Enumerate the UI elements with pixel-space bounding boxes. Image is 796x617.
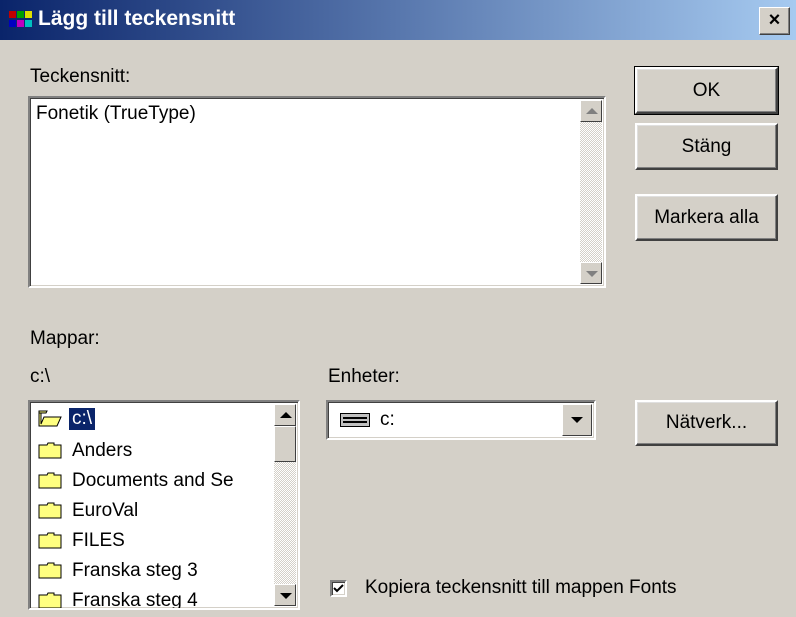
folder-icon xyxy=(38,442,62,459)
fonts-scrollbar[interactable] xyxy=(580,100,602,284)
scroll-down-icon xyxy=(586,271,598,277)
drives-dropdown[interactable]: c: xyxy=(326,400,596,440)
folders-scroll-down-button[interactable] xyxy=(274,584,296,606)
folder-icon xyxy=(38,592,62,608)
title-bar: Lägg till teckensnitt × xyxy=(0,0,796,40)
fonts-label: Teckensnitt: xyxy=(30,66,131,87)
folder-label: Anders xyxy=(72,440,133,461)
scroll-down-icon xyxy=(280,593,292,599)
close-window-button[interactable]: × xyxy=(759,7,790,35)
ok-button[interactable]: OK xyxy=(634,66,779,115)
close-button[interactable]: Stäng xyxy=(635,123,778,170)
dropdown-arrow-icon xyxy=(571,417,583,423)
folder-icon xyxy=(38,502,62,519)
current-path: c:\ xyxy=(30,366,51,387)
folders-scroll-up-button[interactable] xyxy=(274,404,296,426)
copy-to-fonts-checkbox[interactable]: Kopiera teckensnitt till mappen Fonts xyxy=(326,572,726,602)
fonts-scroll-down-button[interactable] xyxy=(580,262,602,284)
folder-label: FILES xyxy=(72,530,125,551)
folders-label: Mappar: xyxy=(30,328,100,349)
drive-icon xyxy=(340,413,370,427)
folders-scrollbar[interactable] xyxy=(274,404,296,606)
folder-label: Franska steg 4 xyxy=(72,590,198,610)
scroll-up-icon xyxy=(280,412,292,418)
folder-icon xyxy=(38,562,62,579)
app-font-icon xyxy=(9,11,32,27)
folder-item-root[interactable]: c:\ xyxy=(32,404,272,434)
window-title: Lägg till teckensnitt xyxy=(38,7,236,30)
folder-label: Documents and Se xyxy=(72,470,234,491)
fonts-scroll-up-button[interactable] xyxy=(580,100,602,122)
folders-listbox[interactable]: c:\ Anders Documents and Se EuroVal FILE… xyxy=(28,400,300,610)
folder-label: c:\ xyxy=(67,407,97,431)
network-button[interactable]: Nätverk... xyxy=(635,400,778,446)
folder-icon xyxy=(38,532,62,549)
folder-icon xyxy=(38,472,62,489)
open-folder-icon xyxy=(38,410,62,427)
scroll-up-icon xyxy=(586,108,598,114)
fonts-listbox[interactable]: Fonetik (TrueType) xyxy=(28,96,606,288)
drive-selected-value: c: xyxy=(380,409,395,430)
close-icon: × xyxy=(768,9,781,31)
checkbox-box[interactable] xyxy=(330,580,347,597)
folders-scroll-thumb[interactable] xyxy=(274,426,296,462)
checkmark-icon xyxy=(333,584,344,593)
copy-checkbox-label: Kopiera teckensnitt till mappen Fonts xyxy=(365,577,677,598)
folder-label: EuroVal xyxy=(72,500,139,521)
drives-label: Enheter: xyxy=(328,366,400,387)
select-all-button[interactable]: Markera alla xyxy=(635,194,778,241)
font-list-item[interactable]: Fonetik (TrueType) xyxy=(36,103,196,125)
drives-dropdown-button[interactable] xyxy=(562,404,592,436)
folder-label: Franska steg 3 xyxy=(72,560,198,581)
